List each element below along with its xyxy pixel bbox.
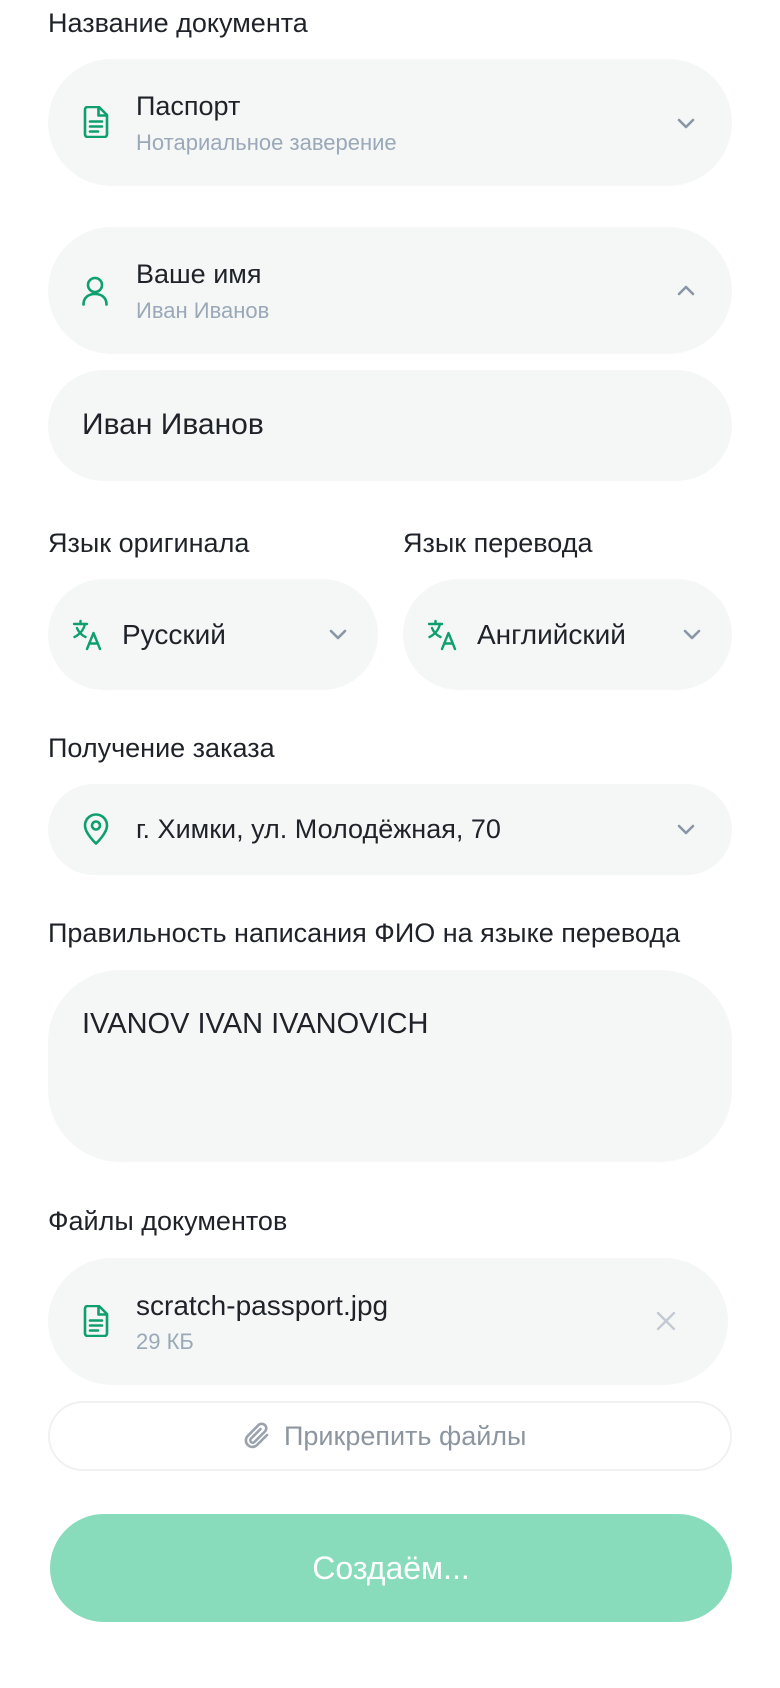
file-item: scratch-passport.jpg 29 КБ [48, 1258, 728, 1385]
submit-label: Создаём... [312, 1550, 470, 1586]
chevron-up-icon[interactable] [673, 278, 699, 304]
translate-icon [72, 619, 104, 651]
pickup-label: Получение заказа [48, 733, 275, 763]
location-pin-icon [82, 812, 110, 846]
chevron-down-icon[interactable] [679, 621, 705, 647]
file-size: 29 КБ [136, 1329, 194, 1354]
name-title: Ваше имя [136, 259, 262, 289]
chevron-down-icon[interactable] [673, 816, 699, 842]
document-subtitle: Нотариальное заверение [136, 130, 397, 155]
original-language-label: Язык оригинала [48, 528, 250, 558]
attach-files-label: Прикрепить файлы [284, 1421, 527, 1451]
user-icon [80, 275, 110, 307]
chevron-down-icon[interactable] [325, 621, 351, 647]
translate-icon [427, 619, 459, 651]
attach-files-button[interactable]: Прикрепить файлы [48, 1401, 732, 1471]
file-name: scratch-passport.jpg [136, 1290, 389, 1321]
document-icon [81, 105, 111, 139]
document-select[interactable]: Паспорт Нотариальное заверение [48, 59, 732, 186]
name-section-toggle[interactable]: Ваше имя Иван Иванов [48, 227, 732, 354]
name-input[interactable]: Иван Иванов [48, 370, 732, 481]
paperclip-icon [242, 1421, 272, 1451]
chevron-down-icon[interactable] [673, 110, 699, 136]
name-subtitle: Иван Иванов [136, 298, 270, 323]
document-icon [81, 1304, 111, 1338]
original-language-select[interactable]: Русский [48, 579, 378, 690]
document-name-label: Название документа [48, 8, 308, 38]
target-language-value: Английский [477, 619, 626, 650]
name-spelling-textarea[interactable]: IVANOV IVAN IVANOVICH [48, 970, 732, 1162]
original-language-value: Русский [122, 619, 226, 650]
name-spelling-label: Правильность написания ФИО на языке пере… [48, 918, 681, 948]
pickup-select[interactable]: г. Химки, ул. Молодёжная, 70 [48, 784, 732, 875]
pickup-value: г. Химки, ул. Молодёжная, 70 [136, 814, 501, 844]
submit-button[interactable]: Создаём... [50, 1514, 732, 1622]
document-title: Паспорт [136, 91, 241, 121]
target-language-label: Язык перевода [403, 528, 593, 558]
close-icon[interactable] [652, 1307, 680, 1335]
name-spelling-value: IVANOV IVAN IVANOVICH [82, 1008, 429, 1040]
files-label: Файлы документов [48, 1206, 288, 1236]
target-language-select[interactable]: Английский [403, 579, 732, 690]
name-input-value: Иван Иванов [82, 408, 264, 441]
